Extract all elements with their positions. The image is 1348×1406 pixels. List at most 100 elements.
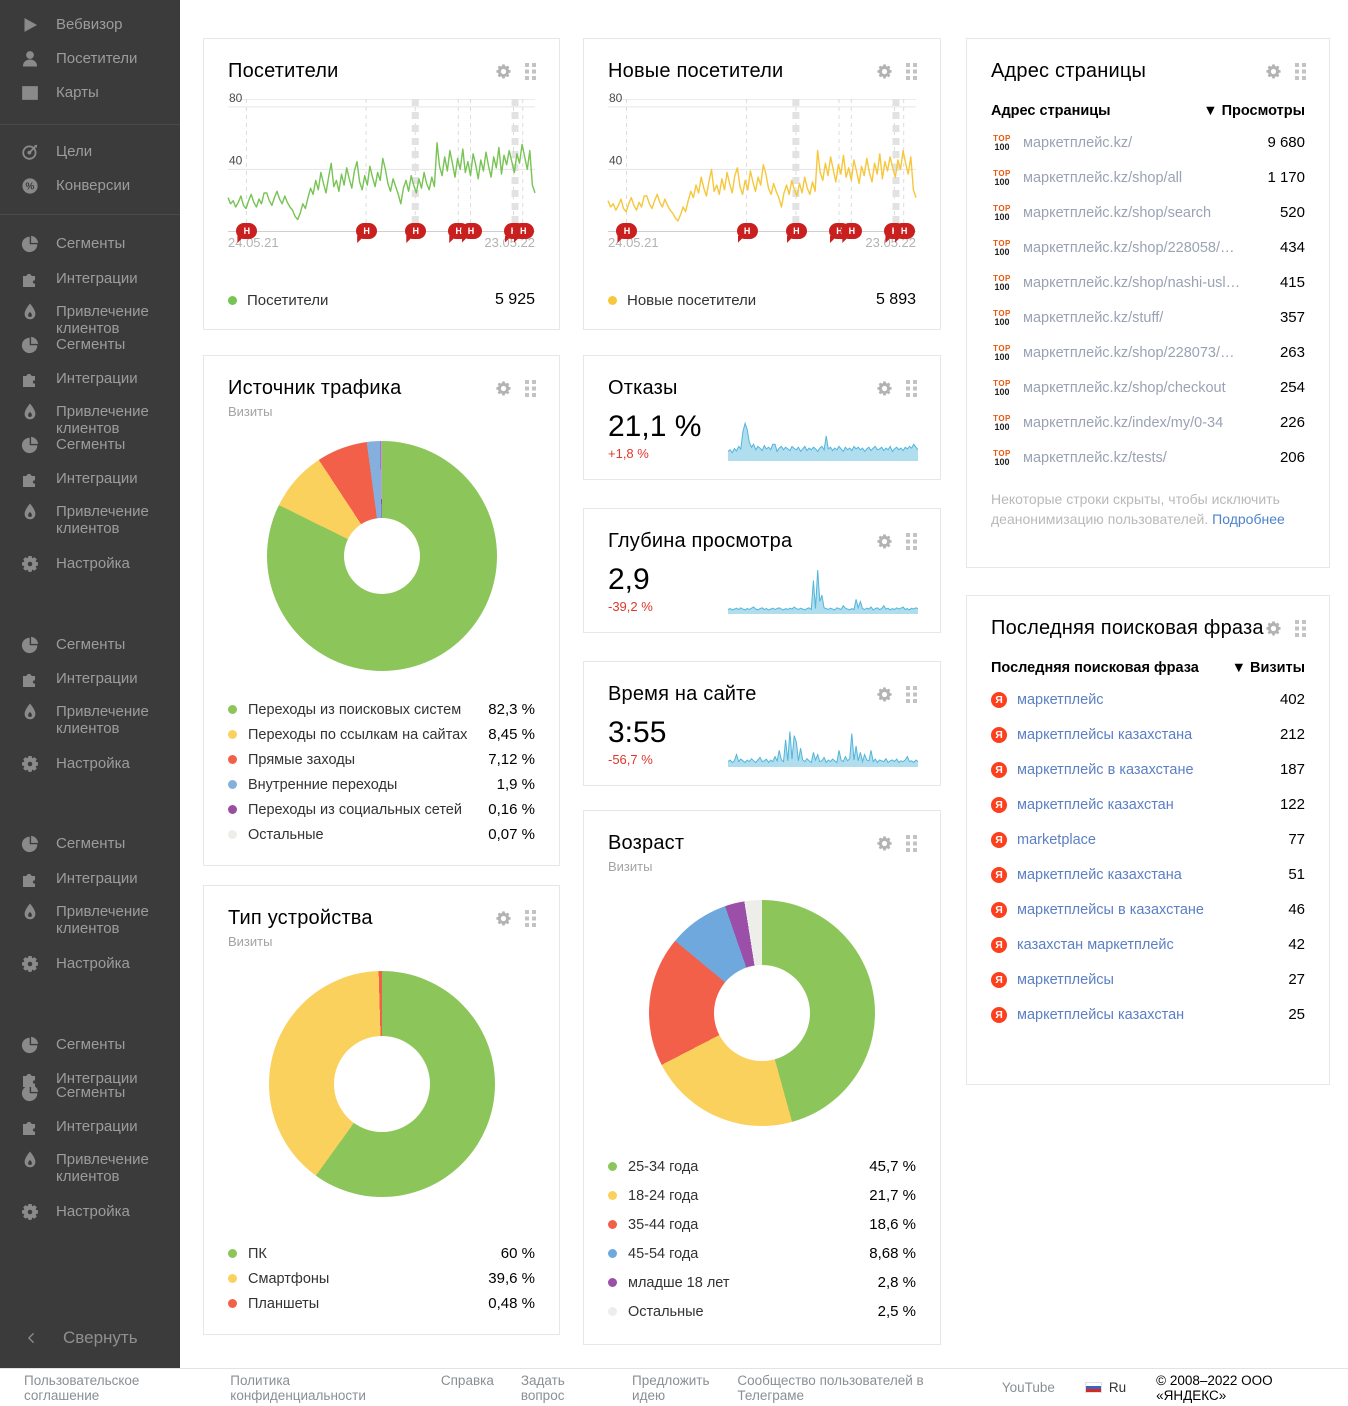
sidebar-item-settings[interactable]: Настройка [0, 555, 180, 573]
sidebar-item-settings[interactable]: Настройка [0, 955, 180, 973]
page-url-link[interactable]: маркетплейс.kz/shop/nashi-usl… [1023, 275, 1240, 291]
column-header-visits-sorted[interactable]: ▼ Визиты [1232, 660, 1305, 676]
page-url-link[interactable]: маркетплейс.kz/shop/228073/… [1023, 345, 1235, 361]
settings-icon[interactable] [876, 380, 893, 397]
settings-icon[interactable] [495, 910, 512, 927]
drag-handle-icon[interactable] [525, 380, 537, 397]
page-url-link[interactable]: маркетплейс.kz/shop/all [1023, 170, 1182, 186]
date-range: 24.05.21 23.05.22 [228, 235, 535, 250]
settings-icon[interactable] [1265, 620, 1282, 637]
drag-handle-icon[interactable] [906, 686, 918, 703]
sidebar-item-maps[interactable]: Карты [0, 84, 180, 102]
sidebar-item-segments[interactable]: Сегменты [0, 636, 180, 654]
language-switcher[interactable]: Ru [1085, 1380, 1126, 1395]
sidebar-item-label: Интеграции [56, 670, 174, 687]
annotation-marker[interactable]: Н [616, 223, 637, 239]
settings-icon[interactable] [876, 686, 893, 703]
sidebar-item-settings[interactable]: Настройка [0, 755, 180, 773]
sidebar-item-integrations[interactable]: Интеграции [0, 370, 180, 388]
footer-link-1[interactable]: Политика конфиденциальности [230, 1373, 414, 1403]
sidebar-item-acquisition[interactable]: Привлечение клиентов [0, 303, 180, 337]
sidebar-item-settings[interactable]: Настройка [0, 1203, 180, 1221]
settings-icon[interactable] [495, 63, 512, 80]
drag-handle-icon[interactable] [906, 533, 918, 550]
annotation-marker[interactable]: Н [737, 223, 758, 239]
settings-icon[interactable] [876, 533, 893, 550]
sidebar-item-acquisition[interactable]: Привлечение клиентов [0, 703, 180, 737]
page-url-link[interactable]: маркетплейс.kz/index/my/0-34 [1023, 415, 1223, 431]
page-url-link[interactable]: маркетплейс.kz/shop/search [1023, 205, 1211, 221]
annotation-marker[interactable]: Н [236, 223, 257, 239]
sidebar-item-conversions[interactable]: %Конверсии [0, 177, 180, 195]
sidebar-item-goals[interactable]: Цели [0, 143, 180, 161]
sidebar-item-acquisition[interactable]: Привлечение клиентов [0, 903, 180, 937]
sidebar-collapse-button[interactable]: Свернуть [0, 1328, 180, 1348]
sidebar-item-segments[interactable]: Сегменты [0, 835, 180, 853]
drag-handle-icon[interactable] [525, 910, 537, 927]
column-header-name[interactable]: Адрес страницы [991, 103, 1111, 119]
sidebar-item-acquisition[interactable]: Привлечение клиентов [0, 503, 180, 537]
youtube-link[interactable]: YouTube [1002, 1380, 1055, 1395]
search-phrase-link[interactable]: маркетплейсы [1017, 972, 1114, 988]
sidebar-item-acquisition[interactable]: Привлечение клиентов [0, 1151, 180, 1185]
drag-handle-icon[interactable] [906, 380, 918, 397]
annotation-marker[interactable]: Н [461, 223, 482, 239]
page-url-link[interactable]: маркетплейс.kz/shop/228058/… [1023, 240, 1235, 256]
annotation-marker[interactable]: Н [356, 223, 377, 239]
legend-dot [608, 1278, 617, 1287]
annotation-marker[interactable]: Н [513, 223, 534, 239]
annotation-marker[interactable]: Н [786, 223, 807, 239]
search-phrase-link[interactable]: маркетплейс в казахстане [1017, 762, 1194, 778]
search-phrase-link[interactable]: маркетплейс [1017, 692, 1104, 708]
sidebar-item-segments[interactable]: Сегменты [0, 336, 180, 354]
sidebar-item-segments[interactable]: Сегменты [0, 436, 180, 454]
page-url-link[interactable]: маркетплейс.kz/tests/ [1023, 450, 1167, 466]
footer-link-0[interactable]: Пользовательское соглашение [24, 1373, 203, 1403]
search-phrase-link[interactable]: маркетплейсы в казахстане [1017, 902, 1204, 918]
sidebar-item-integrations[interactable]: Интеграции [0, 470, 180, 488]
search-phrase-link[interactable]: marketplace [1017, 832, 1096, 848]
page-url-link[interactable]: маркетплейс.kz/stuff/ [1023, 310, 1163, 326]
settings-icon[interactable] [876, 63, 893, 80]
sidebar-item-segments[interactable]: Сегменты [0, 1084, 180, 1102]
page-url-link[interactable]: маркетплейс.kz/ [1023, 135, 1132, 151]
annotation-marker[interactable]: Н [405, 223, 426, 239]
column-header-views-sorted[interactable]: ▼ Просмотры [1203, 103, 1305, 119]
legend-item: 35-44 года18,6 % [608, 1210, 916, 1239]
drag-handle-icon[interactable] [525, 63, 537, 80]
annotation-marker[interactable]: Н [894, 223, 915, 239]
search-phrase-link[interactable]: маркетплейс казахстана [1017, 867, 1182, 883]
legend-label: Внутренние переходы [248, 777, 397, 793]
drag-handle-icon[interactable] [906, 63, 918, 80]
visits-value: 77 [1288, 831, 1305, 848]
sidebar-item-acquisition[interactable]: Привлечение клиентов [0, 403, 180, 437]
search-phrase-link[interactable]: маркетплейсы казахстана [1017, 727, 1192, 743]
annotation-marker[interactable]: Н [841, 223, 862, 239]
settings-icon[interactable] [495, 380, 512, 397]
sidebar-item-integrations[interactable]: Интеграции [0, 870, 180, 888]
legend-dot [228, 1299, 237, 1308]
settings-icon[interactable] [876, 835, 893, 852]
sidebar-item-label: Интеграции [56, 470, 174, 487]
note-more-link[interactable]: Подробнее [1212, 511, 1285, 527]
sidebar-item-segments[interactable]: Сегменты [0, 235, 180, 253]
sidebar-item-visitors[interactable]: Посетители [0, 50, 180, 68]
footer-link-4[interactable]: Предложить идею [632, 1373, 737, 1403]
search-phrase-link[interactable]: казахстан маркетплейс [1017, 937, 1174, 953]
page-url-link[interactable]: маркетплейс.kz/shop/checkout [1023, 380, 1226, 396]
sidebar-item-webvisor[interactable]: Вебвизор [0, 16, 180, 34]
sidebar-item-integrations[interactable]: Интеграции [0, 1118, 180, 1136]
search-phrase-link[interactable]: маркетплейс казахстан [1017, 797, 1174, 813]
sidebar-item-segments[interactable]: Сегменты [0, 1036, 180, 1054]
drag-handle-icon[interactable] [1295, 63, 1307, 80]
footer-link-2[interactable]: Справка [441, 1373, 494, 1403]
sidebar-item-integrations[interactable]: Интеграции [0, 670, 180, 688]
drag-handle-icon[interactable] [906, 835, 918, 852]
search-phrase-link[interactable]: маркетплейсы казахстан [1017, 1007, 1184, 1023]
sidebar-item-integrations[interactable]: Интеграции [0, 270, 180, 288]
footer-link-3[interactable]: Задать вопрос [521, 1373, 605, 1403]
column-header-phrase[interactable]: Последняя поисковая фраза [991, 660, 1199, 676]
drag-handle-icon[interactable] [1295, 620, 1307, 637]
settings-icon[interactable] [1265, 63, 1282, 80]
telegram-community-link[interactable]: Сообщество пользователей в Телеграме [737, 1373, 971, 1403]
